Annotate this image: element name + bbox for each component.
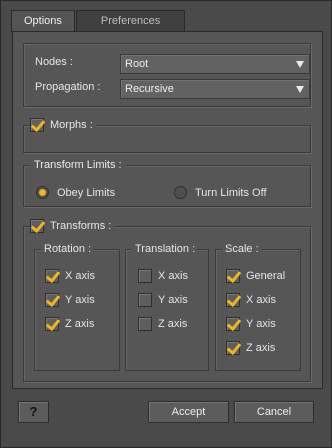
rotation-x-option[interactable]: X axis [45,269,95,283]
transforms-toggle[interactable]: Transforms : [30,219,115,233]
propagation-label: Propagation : [35,81,101,93]
rotation-group: Rotation : X axis Y axis Z axis [34,242,120,371]
propagation-value: Recursive [125,83,174,95]
tab-bar: Options Preferences [11,10,186,32]
translation-z-checkbox[interactable] [138,317,152,331]
scale-z-checkbox[interactable] [226,341,240,355]
scale-general-checkbox[interactable] [226,269,240,283]
scale-x-checkbox[interactable] [226,293,240,307]
scale-z-option[interactable]: Z axis [226,341,275,355]
propagation-dropdown[interactable]: Recursive [120,79,310,99]
node-settings-group: Nodes : Root Propagation : Recursive [23,43,311,107]
morphs-group: Morphs : [23,118,311,153]
transforms-group: Transforms : Rotation : X axis Y axis Z … [23,219,311,382]
rotation-x-checkbox[interactable] [45,269,59,283]
chevron-down-icon [296,86,304,93]
tab-preferences[interactable]: Preferences [75,10,186,31]
cancel-button[interactable]: Cancel [234,401,314,423]
obey-limits-radio[interactable] [36,186,49,199]
morphs-checkbox[interactable] [30,118,44,132]
translation-z-option[interactable]: Z axis [138,317,187,331]
nodes-value: Root [125,58,149,70]
translation-title: Translation : [132,242,199,256]
translation-z-label: Z axis [158,318,188,330]
chevron-down-icon [296,61,304,68]
translation-y-label: Y axis [158,294,188,306]
scale-title: Scale : [222,242,262,256]
translation-x-option[interactable]: X axis [138,269,188,283]
obey-limits-label: Obey Limits [57,186,116,199]
options-panel: Nodes : Root Propagation : Recursive Mor… [12,31,323,389]
scale-general-option[interactable]: General [226,269,285,283]
translation-y-checkbox[interactable] [138,293,152,307]
rotation-title: Rotation : [41,242,95,256]
scale-y-checkbox[interactable] [226,317,240,331]
help-icon: ? [29,404,38,419]
rotation-y-checkbox[interactable] [45,293,59,307]
scale-y-label: Y axis [246,318,276,330]
scale-z-label: Z axis [246,342,276,354]
transform-limits-group: Transform Limits : Obey Limits Turn Limi… [23,158,311,207]
rotation-y-label: Y axis [65,294,95,306]
options-dialog: Options Preferences Nodes : Root Propaga… [0,0,332,448]
rotation-z-option[interactable]: Z axis [45,317,94,331]
turn-limits-off-radio[interactable] [174,186,187,199]
scale-group: Scale : General X axis Y axis Z axis [215,242,301,371]
scale-x-option[interactable]: X axis [226,293,276,307]
turn-limits-off-label: Turn Limits Off [195,186,267,199]
scale-general-label: General [246,270,286,282]
help-button[interactable]: ? [18,401,49,423]
accept-button[interactable]: Accept [148,401,229,423]
scale-x-label: X axis [246,294,276,306]
rotation-y-option[interactable]: Y axis [45,293,95,307]
scale-y-option[interactable]: Y axis [226,317,276,331]
translation-group: Translation : X axis Y axis Z axis [125,242,209,371]
translation-y-option[interactable]: Y axis [138,293,188,307]
morphs-label: Morphs : [50,119,93,131]
transforms-checkbox[interactable] [30,219,44,233]
transforms-label: Transforms : [50,220,112,232]
rotation-x-label: X axis [65,270,95,282]
nodes-dropdown[interactable]: Root [120,54,310,74]
rotation-z-checkbox[interactable] [45,317,59,331]
translation-x-checkbox[interactable] [138,269,152,283]
rotation-z-label: Z axis [65,318,95,330]
nodes-label: Nodes : [35,56,73,68]
morphs-toggle[interactable]: Morphs : [30,118,96,132]
transform-limits-title: Transform Limits : [30,158,126,172]
translation-x-label: X axis [158,270,188,282]
turn-limits-off-option[interactable]: Turn Limits Off [174,186,267,199]
obey-limits-option[interactable]: Obey Limits [36,186,115,199]
tab-options[interactable]: Options [11,10,75,32]
